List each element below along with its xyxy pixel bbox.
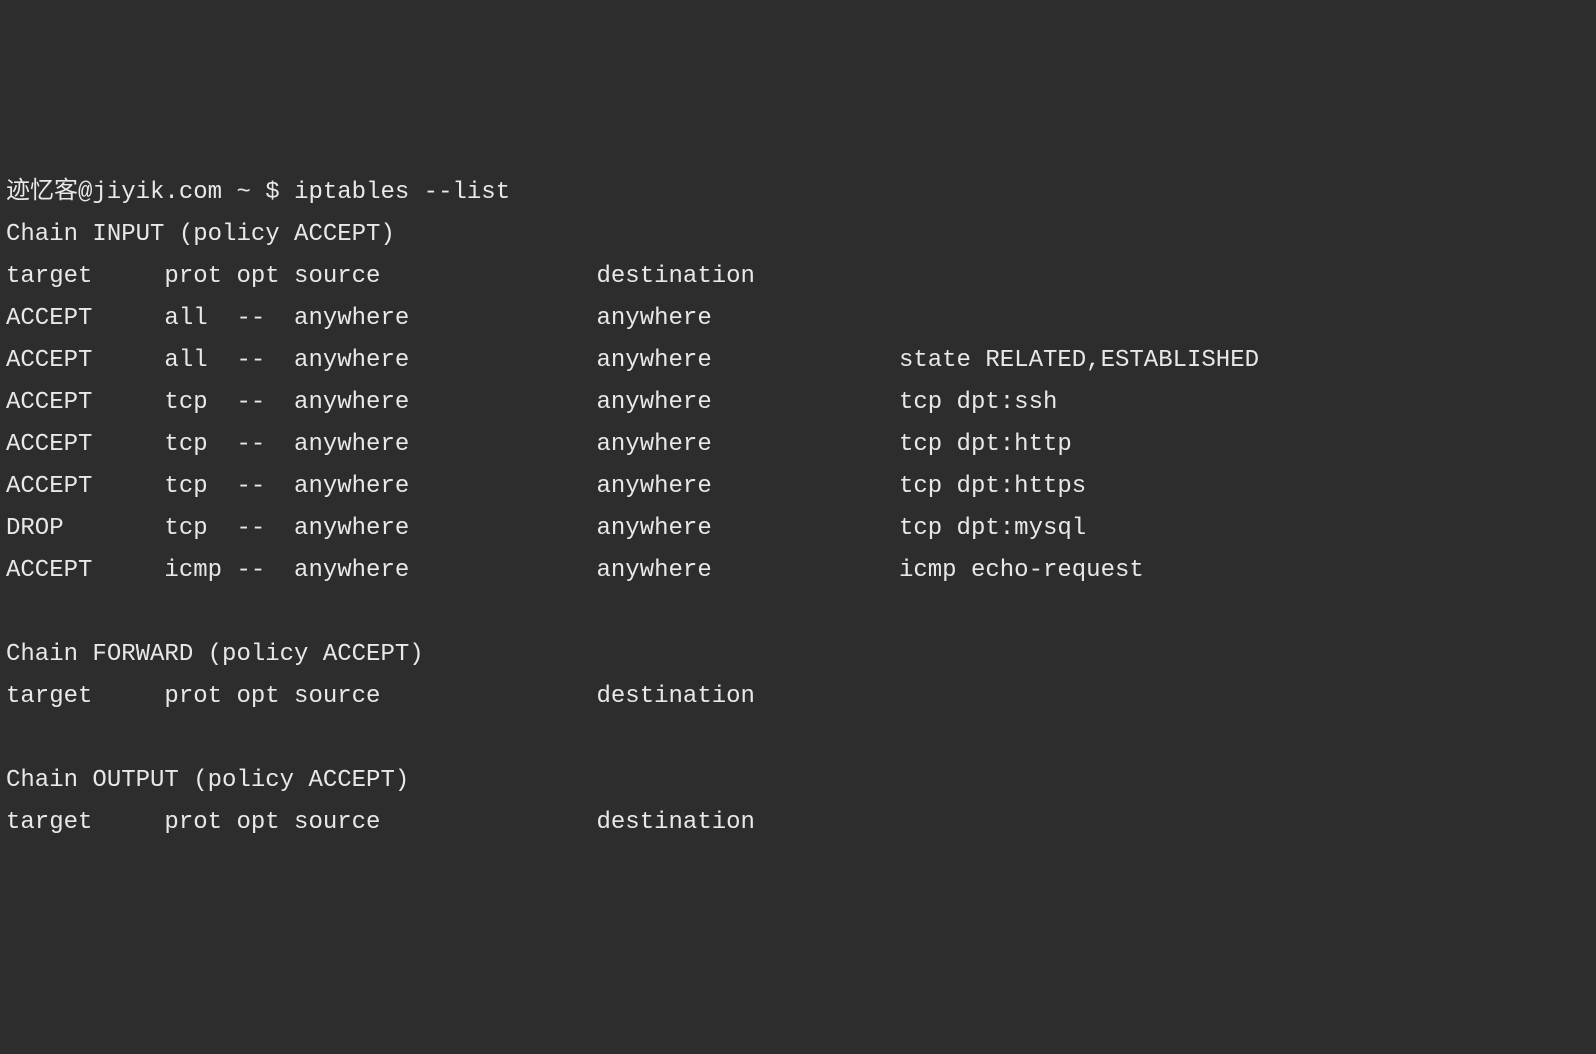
output-body: Chain INPUT (policy ACCEPT) target prot … bbox=[6, 221, 1259, 836]
prompt-user: 迹忆客@jiyik.com bbox=[6, 179, 222, 206]
command-text: iptables --list bbox=[294, 179, 510, 206]
prompt-path: ~ bbox=[236, 179, 250, 206]
terminal-output[interactable]: 迹忆客@jiyik.com ~ $ iptables --list Chain … bbox=[6, 172, 1590, 844]
prompt-symbol: $ bbox=[265, 179, 279, 206]
prompt-line: 迹忆客@jiyik.com ~ $ iptables --list bbox=[6, 179, 510, 206]
